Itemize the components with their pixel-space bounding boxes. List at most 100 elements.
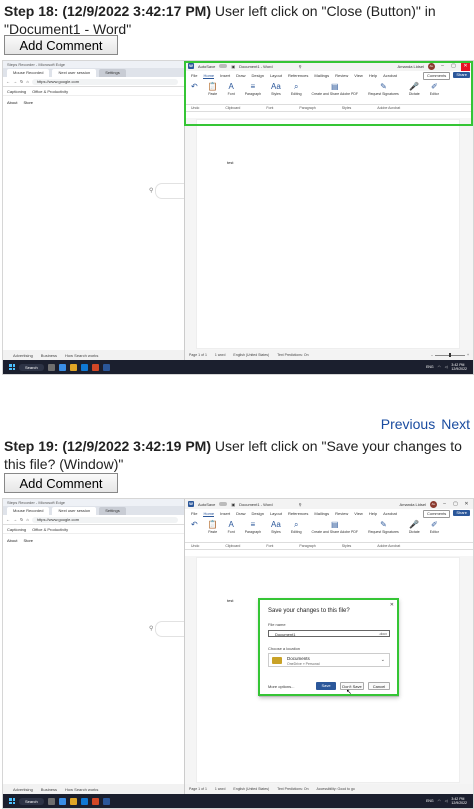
refresh-icon[interactable]: ↻ xyxy=(20,79,23,84)
tab-insert[interactable]: Insert xyxy=(220,73,230,78)
minimize-icon[interactable]: – xyxy=(441,501,448,507)
ribbon-create-pdf[interactable]: ▤ Create and Share Adobe PDF xyxy=(312,82,359,96)
zoom-slider[interactable] xyxy=(434,353,465,357)
edge-icon[interactable] xyxy=(58,797,66,805)
zoom-in-icon[interactable]: + xyxy=(467,353,469,357)
edge-icon[interactable] xyxy=(58,363,66,371)
back-icon[interactable]: ← xyxy=(6,79,10,84)
browser-tab[interactable]: Settings xyxy=(99,69,126,77)
tab-design[interactable]: Design xyxy=(251,511,263,516)
ribbon-paste[interactable]: 📋 Paste xyxy=(208,82,218,96)
wifi-icon[interactable]: ◠ xyxy=(438,799,441,803)
ribbon-request-signatures[interactable]: ✎ Request Signatures xyxy=(368,82,399,96)
forward-icon[interactable]: → xyxy=(13,517,17,522)
ribbon-styles[interactable]: Aa Styles xyxy=(271,82,281,96)
close-icon[interactable]: ✕ xyxy=(463,501,470,507)
save-icon[interactable]: ▣ xyxy=(231,502,235,507)
refresh-icon[interactable]: ↻ xyxy=(20,517,23,522)
browser-tab[interactable]: Next user session xyxy=(52,69,97,77)
store-icon[interactable] xyxy=(80,363,88,371)
more-options-link[interactable]: More options... xyxy=(268,684,294,689)
about-link[interactable]: About xyxy=(7,100,17,105)
save-button[interactable]: Save xyxy=(316,682,336,690)
clock[interactable]: 3:42 PM 12/9/2022 xyxy=(451,797,467,805)
browser-tab[interactable]: Next user session xyxy=(52,507,97,515)
google-search-box[interactable] xyxy=(155,621,184,637)
word-taskbar-icon[interactable] xyxy=(102,797,110,805)
close-button[interactable]: ✕ xyxy=(461,61,470,71)
google-search-box[interactable] xyxy=(155,183,184,199)
tab-acrobat[interactable]: Acrobat xyxy=(383,73,397,78)
ribbon-paragraph[interactable]: ≡ Paragraph xyxy=(245,82,261,96)
zoom-control[interactable]: – + xyxy=(431,353,473,357)
taskbar-search[interactable]: Search xyxy=(19,797,44,805)
ribbon-dictate[interactable]: 🎤 Dictate xyxy=(409,82,420,96)
taskview-icon[interactable] xyxy=(47,797,55,805)
tab-insert[interactable]: Insert xyxy=(220,511,230,516)
tab-layout[interactable]: Layout xyxy=(270,73,282,78)
tab-help[interactable]: Help xyxy=(369,511,377,516)
tray-language[interactable]: ENG xyxy=(426,365,434,369)
back-icon[interactable]: ← xyxy=(6,517,10,522)
location-picker[interactable]: Documents OneDrive » Personal ⌄ xyxy=(268,653,390,667)
close-icon[interactable]: ✕ xyxy=(390,602,394,608)
office-icon[interactable] xyxy=(91,797,99,805)
previous-link[interactable]: Previous xyxy=(381,416,435,432)
tab-mailings[interactable]: Mailings xyxy=(314,73,329,78)
ribbon-paragraph[interactable]: ≡ Paragraph xyxy=(245,520,261,534)
search-icon[interactable]: ⚲ xyxy=(299,64,302,69)
add-comment-button-step-18[interactable]: Add Comment xyxy=(4,35,118,55)
ribbon-create-pdf[interactable]: ▤ Create and Share Adobe PDF xyxy=(312,520,359,534)
tab-references[interactable]: References xyxy=(288,73,308,78)
ribbon-font[interactable]: A Font xyxy=(228,520,235,534)
footer-link[interactable]: Advertising xyxy=(13,353,33,358)
footer-link[interactable]: How Search works xyxy=(65,787,98,792)
store-link[interactable]: Store xyxy=(23,538,33,543)
bookmark-item[interactable]: Captioning xyxy=(7,527,26,532)
dont-save-button[interactable]: Don't Save xyxy=(340,682,364,690)
word-taskbar-icon[interactable] xyxy=(102,363,110,371)
minimize-icon[interactable]: – xyxy=(439,63,446,69)
maximize-icon[interactable]: ▢ xyxy=(452,501,459,507)
windows-start-icon[interactable] xyxy=(9,364,15,370)
store-icon[interactable] xyxy=(80,797,88,805)
tab-view[interactable]: View xyxy=(354,73,363,78)
ribbon-undo[interactable]: ↶ xyxy=(191,82,198,91)
ribbon-dictate[interactable]: 🎤 Dictate xyxy=(409,520,420,534)
forward-icon[interactable]: → xyxy=(13,79,17,84)
footer-link[interactable]: Business xyxy=(41,787,57,792)
taskview-icon[interactable] xyxy=(47,363,55,371)
zoom-out-icon[interactable]: – xyxy=(431,353,433,357)
tab-draw[interactable]: Draw xyxy=(236,511,245,516)
browser-tab[interactable]: Mouse Recorded xyxy=(7,69,50,77)
url-input[interactable]: https://www.google.com xyxy=(31,78,178,85)
cancel-button[interactable]: Cancel xyxy=(368,682,390,690)
bookmark-item[interactable]: Office & Productivity xyxy=(32,89,68,94)
ribbon-editing[interactable]: ⌕ Editing xyxy=(291,82,302,96)
file-explorer-icon[interactable] xyxy=(69,363,77,371)
tab-view[interactable]: View xyxy=(354,511,363,516)
clock[interactable]: 3:42 PM 12/9/2022 xyxy=(451,363,467,371)
office-icon[interactable] xyxy=(91,363,99,371)
ribbon-editing[interactable]: ⌕ Editing xyxy=(291,520,302,534)
browser-tab[interactable]: Mouse Recorded xyxy=(7,507,50,515)
share-button[interactable]: Share xyxy=(453,509,470,516)
share-button[interactable]: Share xyxy=(453,71,470,78)
comments-button[interactable]: Comments xyxy=(422,71,451,80)
maximize-icon[interactable]: ▢ xyxy=(450,63,457,69)
ribbon-editor[interactable]: ✐ Editor xyxy=(430,82,439,96)
comments-button[interactable]: Comments xyxy=(422,509,451,518)
about-link[interactable]: About xyxy=(7,538,17,543)
tab-references[interactable]: References xyxy=(288,511,308,516)
zoom-slider-handle[interactable] xyxy=(448,353,451,357)
bookmark-item[interactable]: Office & Productivity xyxy=(32,527,68,532)
tab-review[interactable]: Review xyxy=(335,511,348,516)
ribbon-font[interactable]: A Font xyxy=(228,82,235,96)
ribbon-editor[interactable]: ✐ Editor xyxy=(430,520,439,534)
tab-layout[interactable]: Layout xyxy=(270,511,282,516)
home-icon[interactable]: ⌂ xyxy=(26,79,28,84)
tab-help[interactable]: Help xyxy=(369,73,377,78)
ribbon-request-signatures[interactable]: ✎ Request Signatures xyxy=(368,520,399,534)
browser-tab[interactable]: Settings xyxy=(99,507,126,515)
home-icon[interactable]: ⌂ xyxy=(26,517,28,522)
